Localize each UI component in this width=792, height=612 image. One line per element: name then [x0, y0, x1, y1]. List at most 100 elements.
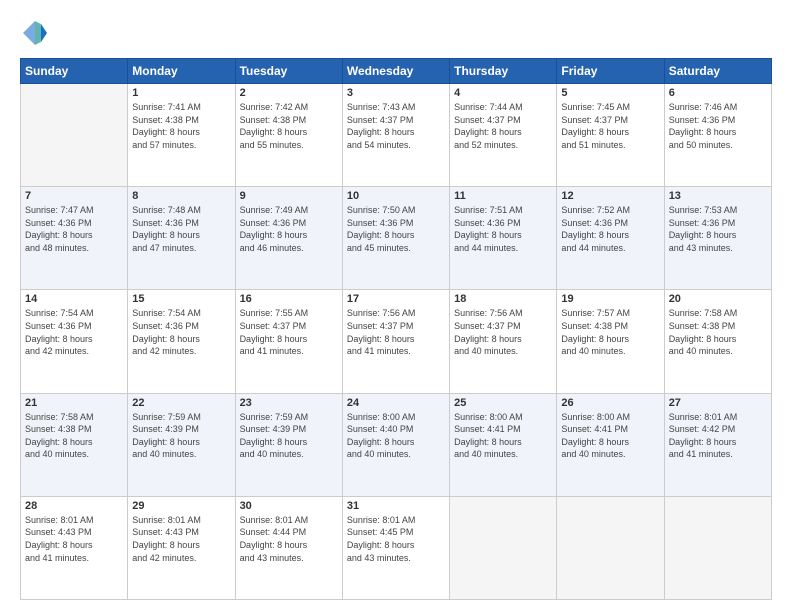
- header: [20, 18, 772, 48]
- day-info: Sunrise: 8:01 AM Sunset: 4:43 PM Dayligh…: [132, 514, 230, 564]
- calendar-cell: 22 Sunrise: 7:59 AM Sunset: 4:39 PM Dayli…: [128, 393, 235, 496]
- day-number: 14: [25, 293, 123, 305]
- day-info: Sunrise: 7:56 AM Sunset: 4:37 PM Dayligh…: [454, 307, 552, 357]
- day-number: 2: [240, 87, 338, 99]
- calendar-week-row: 14 Sunrise: 7:54 AM Sunset: 4:36 PM Dayli…: [21, 290, 772, 393]
- day-number: 20: [669, 293, 767, 305]
- calendar-cell: 7 Sunrise: 7:47 AM Sunset: 4:36 PM Daylig…: [21, 187, 128, 290]
- day-number: 25: [454, 397, 552, 409]
- day-number: 8: [132, 190, 230, 202]
- calendar-cell: 9Sunrise: 7:49 AM Sunset: 4:36 PM Daylig…: [235, 187, 342, 290]
- day-number: 4: [454, 87, 552, 99]
- day-number: 28: [25, 500, 123, 512]
- calendar-cell: 31 Sunrise: 8:01 AM Sunset: 4:45 PM Dayli…: [342, 496, 449, 599]
- weekday-header-wednesday: Wednesday: [342, 59, 449, 84]
- calendar-cell: 18 Sunrise: 7:56 AM Sunset: 4:37 PM Dayli…: [450, 290, 557, 393]
- calendar-cell: [21, 84, 128, 187]
- day-number: 12: [561, 190, 659, 202]
- calendar-cell: 5 Sunrise: 7:45 AM Sunset: 4:37 PM Daylig…: [557, 84, 664, 187]
- day-info: Sunrise: 7:59 AM Sunset: 4:39 PM Dayligh…: [132, 411, 230, 461]
- calendar-cell: 3 Sunrise: 7:43 AM Sunset: 4:37 PM Daylig…: [342, 84, 449, 187]
- day-number: 29: [132, 500, 230, 512]
- day-info: Sunrise: 7:50 AM Sunset: 4:36 PM Dayligh…: [347, 204, 445, 254]
- calendar-cell: 2 Sunrise: 7:42 AM Sunset: 4:38 PM Daylig…: [235, 84, 342, 187]
- day-number: 10: [347, 190, 445, 202]
- calendar-cell: 15 Sunrise: 7:54 AM Sunset: 4:36 PM Dayli…: [128, 290, 235, 393]
- day-number: 16: [240, 293, 338, 305]
- calendar-cell: 14 Sunrise: 7:54 AM Sunset: 4:36 PM Dayli…: [21, 290, 128, 393]
- calendar-cell: 16 Sunrise: 7:55 AM Sunset: 4:37 PM Dayli…: [235, 290, 342, 393]
- day-number: 30: [240, 500, 338, 512]
- weekday-header-monday: Monday: [128, 59, 235, 84]
- day-number: 11: [454, 190, 552, 202]
- day-info: Sunrise: 7:51 AM Sunset: 4:36 PM Dayligh…: [454, 204, 552, 254]
- calendar-week-row: 28 Sunrise: 8:01 AM Sunset: 4:43 PM Dayli…: [21, 496, 772, 599]
- day-number: 26: [561, 397, 659, 409]
- day-number: 6: [669, 87, 767, 99]
- calendar-cell: 20 Sunrise: 7:58 AM Sunset: 4:38 PM Dayli…: [664, 290, 771, 393]
- calendar: SundayMondayTuesdayWednesdayThursdayFrid…: [20, 58, 772, 600]
- day-number: 21: [25, 397, 123, 409]
- day-info: Sunrise: 7:41 AM Sunset: 4:38 PM Dayligh…: [132, 101, 230, 151]
- day-info: Sunrise: 7:55 AM Sunset: 4:37 PM Dayligh…: [240, 307, 338, 357]
- day-info: Sunrise: 7:53 AM Sunset: 4:36 PM Dayligh…: [669, 204, 767, 254]
- calendar-cell: 17Sunrise: 7:56 AM Sunset: 4:37 PM Dayli…: [342, 290, 449, 393]
- calendar-cell: 24 Sunrise: 8:00 AM Sunset: 4:40 PM Dayli…: [342, 393, 449, 496]
- calendar-week-row: 7 Sunrise: 7:47 AM Sunset: 4:36 PM Daylig…: [21, 187, 772, 290]
- day-number: 31: [347, 500, 445, 512]
- calendar-cell: 29 Sunrise: 8:01 AM Sunset: 4:43 PM Dayli…: [128, 496, 235, 599]
- day-number: 5: [561, 87, 659, 99]
- day-info: Sunrise: 7:47 AM Sunset: 4:36 PM Dayligh…: [25, 204, 123, 254]
- day-number: 13: [669, 190, 767, 202]
- day-info: Sunrise: 7:44 AM Sunset: 4:37 PM Dayligh…: [454, 101, 552, 151]
- day-info: Sunrise: 8:01 AM Sunset: 4:44 PM Dayligh…: [240, 514, 338, 564]
- day-info: Sunrise: 7:59 AM Sunset: 4:39 PM Dayligh…: [240, 411, 338, 461]
- calendar-cell: 30 Sunrise: 8:01 AM Sunset: 4:44 PM Dayli…: [235, 496, 342, 599]
- day-info: Sunrise: 8:01 AM Sunset: 4:45 PM Dayligh…: [347, 514, 445, 564]
- calendar-cell: 1Sunrise: 7:41 AM Sunset: 4:38 PM Daylig…: [128, 84, 235, 187]
- day-number: 19: [561, 293, 659, 305]
- day-number: 27: [669, 397, 767, 409]
- day-info: Sunrise: 7:54 AM Sunset: 4:36 PM Dayligh…: [132, 307, 230, 357]
- weekday-header-tuesday: Tuesday: [235, 59, 342, 84]
- calendar-week-row: 21Sunrise: 7:58 AM Sunset: 4:38 PM Dayli…: [21, 393, 772, 496]
- calendar-cell: 6 Sunrise: 7:46 AM Sunset: 4:36 PM Daylig…: [664, 84, 771, 187]
- calendar-cell: 27 Sunrise: 8:01 AM Sunset: 4:42 PM Dayli…: [664, 393, 771, 496]
- day-info: Sunrise: 8:00 AM Sunset: 4:41 PM Dayligh…: [561, 411, 659, 461]
- calendar-cell: [664, 496, 771, 599]
- weekday-header-row: SundayMondayTuesdayWednesdayThursdayFrid…: [21, 59, 772, 84]
- day-info: Sunrise: 7:43 AM Sunset: 4:37 PM Dayligh…: [347, 101, 445, 151]
- day-info: Sunrise: 7:49 AM Sunset: 4:36 PM Dayligh…: [240, 204, 338, 254]
- logo-icon: [20, 18, 50, 48]
- calendar-cell: 25 Sunrise: 8:00 AM Sunset: 4:41 PM Dayli…: [450, 393, 557, 496]
- day-info: Sunrise: 7:54 AM Sunset: 4:36 PM Dayligh…: [25, 307, 123, 357]
- day-info: Sunrise: 8:00 AM Sunset: 4:40 PM Dayligh…: [347, 411, 445, 461]
- day-number: 7: [25, 190, 123, 202]
- page: SundayMondayTuesdayWednesdayThursdayFrid…: [0, 0, 792, 612]
- day-number: 24: [347, 397, 445, 409]
- day-info: Sunrise: 7:52 AM Sunset: 4:36 PM Dayligh…: [561, 204, 659, 254]
- day-info: Sunrise: 7:56 AM Sunset: 4:37 PM Dayligh…: [347, 307, 445, 357]
- day-number: 3: [347, 87, 445, 99]
- day-info: Sunrise: 8:01 AM Sunset: 4:43 PM Dayligh…: [25, 514, 123, 564]
- day-info: Sunrise: 7:46 AM Sunset: 4:36 PM Dayligh…: [669, 101, 767, 151]
- calendar-cell: 19 Sunrise: 7:57 AM Sunset: 4:38 PM Dayli…: [557, 290, 664, 393]
- day-number: 18: [454, 293, 552, 305]
- logo: [20, 18, 54, 48]
- day-info: Sunrise: 7:57 AM Sunset: 4:38 PM Dayligh…: [561, 307, 659, 357]
- day-info: Sunrise: 7:42 AM Sunset: 4:38 PM Dayligh…: [240, 101, 338, 151]
- calendar-cell: [450, 496, 557, 599]
- calendar-cell: 26 Sunrise: 8:00 AM Sunset: 4:41 PM Dayli…: [557, 393, 664, 496]
- weekday-header-friday: Friday: [557, 59, 664, 84]
- calendar-cell: 13 Sunrise: 7:53 AM Sunset: 4:36 PM Dayli…: [664, 187, 771, 290]
- calendar-cell: 4 Sunrise: 7:44 AM Sunset: 4:37 PM Daylig…: [450, 84, 557, 187]
- day-info: Sunrise: 7:58 AM Sunset: 4:38 PM Dayligh…: [669, 307, 767, 357]
- weekday-header-saturday: Saturday: [664, 59, 771, 84]
- calendar-cell: 23Sunrise: 7:59 AM Sunset: 4:39 PM Dayli…: [235, 393, 342, 496]
- day-number: 15: [132, 293, 230, 305]
- day-number: 22: [132, 397, 230, 409]
- day-info: Sunrise: 8:01 AM Sunset: 4:42 PM Dayligh…: [669, 411, 767, 461]
- day-info: Sunrise: 8:00 AM Sunset: 4:41 PM Dayligh…: [454, 411, 552, 461]
- day-info: Sunrise: 7:45 AM Sunset: 4:37 PM Dayligh…: [561, 101, 659, 151]
- weekday-header-sunday: Sunday: [21, 59, 128, 84]
